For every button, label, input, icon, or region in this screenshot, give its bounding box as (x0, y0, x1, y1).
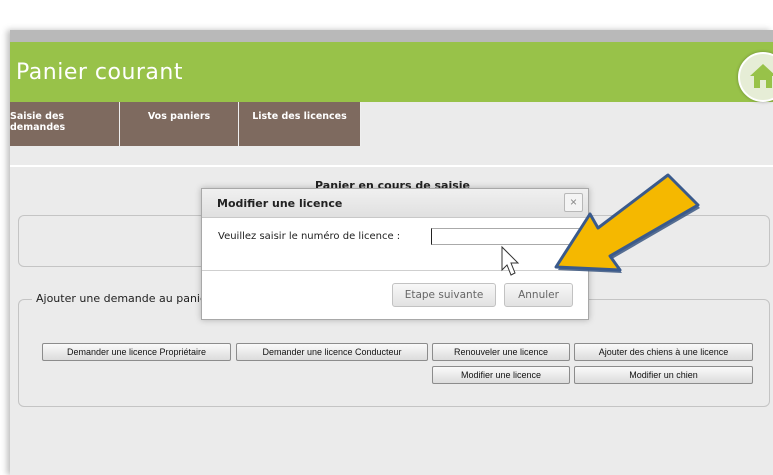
pointer-arrow (554, 173, 700, 273)
annotation-overlay (501, 173, 700, 276)
mouse-cursor (501, 245, 520, 276)
